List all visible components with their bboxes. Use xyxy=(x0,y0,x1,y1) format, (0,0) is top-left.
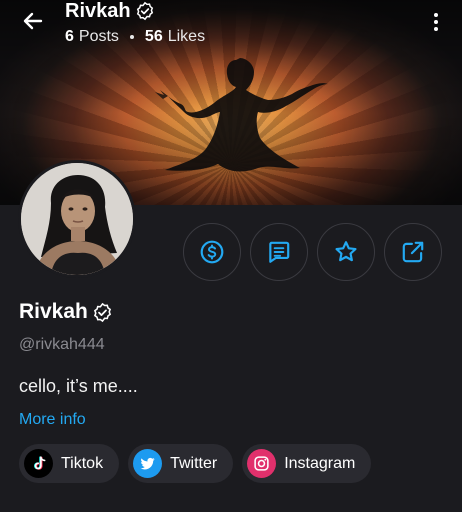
back-button[interactable] xyxy=(18,6,48,36)
profile-name-row: Rivkah xyxy=(19,300,138,324)
tiktok-link[interactable]: Tiktok xyxy=(19,444,120,483)
social-links: Tiktok Twitter Instagram xyxy=(19,444,372,483)
header-info: Rivkah 6 Posts 56 Likes xyxy=(65,0,205,46)
star-icon xyxy=(335,241,357,262)
stats-separator xyxy=(129,35,134,39)
posts-count: 6 xyxy=(65,28,74,45)
dollar-icon xyxy=(200,240,224,264)
tiktok-icon xyxy=(24,449,53,478)
profile-bio: cello, it’s me.... xyxy=(19,376,138,396)
more-info-link[interactable]: More info xyxy=(19,411,138,429)
more-dot-icon xyxy=(434,13,438,17)
header-name: Rivkah xyxy=(65,0,131,22)
tip-button[interactable] xyxy=(183,223,241,281)
more-options-button[interactable] xyxy=(424,8,448,36)
twitter-icon xyxy=(133,449,163,478)
favorite-button[interactable] xyxy=(317,223,375,281)
verified-badge-icon xyxy=(136,1,153,21)
twitter-link[interactable]: Twitter xyxy=(128,444,234,483)
header-name-row: Rivkah xyxy=(65,0,205,22)
twitter-label: Twitter xyxy=(170,454,218,472)
verified-badge-icon xyxy=(93,302,111,322)
action-buttons xyxy=(183,223,442,281)
instagram-link[interactable]: Instagram xyxy=(242,444,372,483)
more-dot-icon xyxy=(434,20,438,24)
profile-handle: @rivkah444 xyxy=(19,336,105,353)
avatar-portrait xyxy=(21,163,133,275)
share-button[interactable] xyxy=(384,223,442,281)
instagram-icon xyxy=(247,449,277,478)
top-bar: Rivkah 6 Posts 56 Likes xyxy=(0,0,462,50)
posts-label: Posts xyxy=(78,28,119,45)
likes-label: Likes xyxy=(167,28,206,45)
share-icon xyxy=(402,241,424,263)
instagram-label: Instagram xyxy=(284,454,356,472)
profile-name: Rivkah xyxy=(19,300,88,323)
message-icon xyxy=(269,241,290,263)
message-button[interactable] xyxy=(250,223,308,281)
profile-info: Rivkah @rivkah444 cello, it’s me.... Mor… xyxy=(19,300,138,429)
header-stats: 6 Posts 56 Likes xyxy=(65,28,205,46)
more-dot-icon xyxy=(434,27,438,31)
back-arrow-icon xyxy=(23,12,43,30)
likes-count: 56 xyxy=(144,28,163,45)
avatar[interactable] xyxy=(18,160,136,278)
tiktok-label: Tiktok xyxy=(61,454,104,472)
